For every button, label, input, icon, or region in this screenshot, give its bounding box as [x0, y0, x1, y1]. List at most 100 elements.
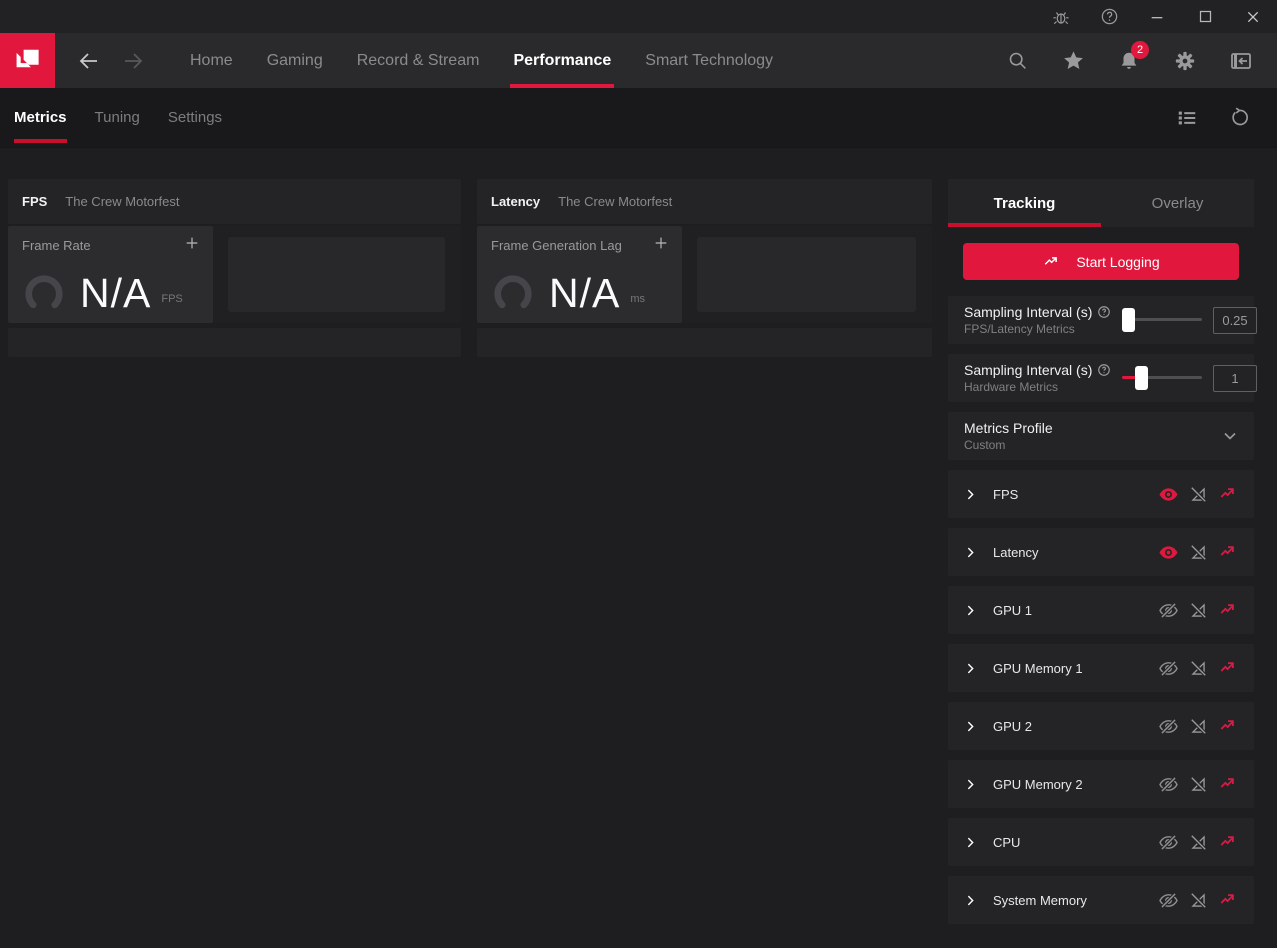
frame-generation-lag-card: Frame Generation Lag N/A ms	[477, 226, 682, 323]
chevron-down-icon	[1224, 432, 1236, 440]
forward-button[interactable]	[111, 33, 155, 88]
chevron-right-icon[interactable]	[960, 658, 980, 678]
graph-disabled-icon[interactable]	[1188, 542, 1208, 562]
frame-rate-label: Frame Rate	[22, 238, 91, 253]
tracking-graph-icon[interactable]	[1218, 716, 1238, 736]
metric-row-gpu-1[interactable]: GPU 1	[948, 586, 1254, 634]
metrics-profile-value: Custom	[964, 438, 1006, 452]
start-logging-button[interactable]: Start Logging	[963, 243, 1239, 280]
maximize-button[interactable]	[1181, 0, 1229, 33]
tab-tracking[interactable]: Tracking	[948, 179, 1101, 227]
chevron-right-icon[interactable]	[960, 600, 980, 620]
graph-disabled-icon[interactable]	[1188, 832, 1208, 852]
visibility-on-icon[interactable]	[1158, 484, 1178, 504]
add-metric-button[interactable]	[181, 232, 203, 254]
nav-item-smart-technology[interactable]: Smart Technology	[628, 33, 790, 88]
sampling-interval-sublabel: Hardware Metrics	[964, 380, 1059, 394]
metric-row-gpu-2[interactable]: GPU 2	[948, 702, 1254, 750]
favorites-star-icon[interactable]	[1045, 33, 1101, 88]
notifications-bell-icon[interactable]: 2	[1101, 33, 1157, 88]
nav-item-home[interactable]: Home	[173, 33, 250, 88]
fps-panel-footer	[8, 328, 461, 357]
main-nav: Home Gaming Record & Stream Performance …	[0, 33, 1277, 88]
graph-disabled-icon[interactable]	[1188, 658, 1208, 678]
visibility-on-icon[interactable]	[1158, 542, 1178, 562]
amd-logo[interactable]	[0, 33, 55, 88]
latency-value: N/A	[549, 270, 621, 316]
tab-overlay[interactable]: Overlay	[1101, 179, 1254, 227]
help-icon[interactable]	[1085, 0, 1133, 33]
chevron-right-icon[interactable]	[960, 542, 980, 562]
frame-rate-card: Frame Rate N/A FPS	[8, 226, 213, 323]
settings-gear-icon[interactable]	[1157, 33, 1213, 88]
collapse-panel-icon[interactable]	[1213, 33, 1269, 88]
frame-rate-gauge	[25, 274, 63, 313]
metrics-profile-dropdown[interactable]: Metrics Profile Custom	[948, 412, 1254, 460]
sampling-interval-fps-row: Sampling Interval (s) FPS/Latency Metric…	[948, 296, 1257, 344]
nav-item-gaming[interactable]: Gaming	[250, 33, 340, 88]
minimize-button[interactable]	[1133, 0, 1181, 33]
chevron-right-icon[interactable]	[960, 484, 980, 504]
graph-disabled-icon[interactable]	[1188, 484, 1208, 504]
metric-label: System Memory	[993, 892, 1087, 908]
chevron-right-icon[interactable]	[960, 890, 980, 910]
visibility-off-icon[interactable]	[1158, 890, 1178, 910]
metric-row-cpu[interactable]: CPU	[948, 818, 1254, 866]
sampling-interval-fps-slider[interactable]	[1122, 308, 1202, 332]
reset-icon[interactable]	[1213, 88, 1265, 148]
tracking-graph-icon[interactable]	[1218, 658, 1238, 678]
bug-report-icon[interactable]	[1037, 0, 1085, 33]
sampling-interval-hw-slider[interactable]	[1122, 366, 1202, 390]
frame-rate-unit: FPS	[161, 292, 183, 305]
nav-item-performance[interactable]: Performance	[496, 33, 628, 88]
tracking-graph-icon[interactable]	[1218, 890, 1238, 910]
list-view-icon[interactable]	[1161, 88, 1213, 148]
slider-thumb[interactable]	[1135, 366, 1148, 390]
info-icon[interactable]	[1097, 305, 1111, 319]
metric-row-gpu-memory-1[interactable]: GPU Memory 1	[948, 644, 1254, 692]
slider-thumb[interactable]	[1122, 308, 1135, 332]
fps-panel-title: FPS	[22, 194, 48, 209]
visibility-off-icon[interactable]	[1158, 658, 1178, 678]
latency-panel-game-name: The Crew Motorfest	[558, 194, 673, 209]
tracking-graph-icon[interactable]	[1218, 832, 1238, 852]
tab-settings[interactable]: Settings	[154, 88, 236, 147]
metric-row-fps[interactable]: FPS	[948, 470, 1254, 518]
close-button[interactable]	[1229, 0, 1277, 33]
visibility-off-icon[interactable]	[1158, 832, 1178, 852]
graph-disabled-icon[interactable]	[1188, 774, 1208, 794]
metric-label: GPU Memory 2	[993, 776, 1083, 792]
graph-disabled-icon[interactable]	[1188, 600, 1208, 620]
trend-icon	[1045, 256, 1058, 265]
chevron-right-icon[interactable]	[960, 716, 980, 736]
chevron-right-icon[interactable]	[960, 832, 980, 852]
back-button[interactable]	[67, 33, 111, 88]
chevron-right-icon[interactable]	[960, 774, 980, 794]
add-metric-button[interactable]	[650, 232, 672, 254]
tab-metrics[interactable]: Metrics	[0, 88, 81, 147]
search-icon[interactable]	[989, 33, 1045, 88]
metric-row-system-memory[interactable]: System Memory	[948, 876, 1254, 924]
tab-tuning[interactable]: Tuning	[81, 88, 154, 147]
graph-disabled-icon[interactable]	[1188, 890, 1208, 910]
tracking-graph-icon[interactable]	[1218, 484, 1238, 504]
latency-gauge	[494, 274, 532, 313]
title-bar	[0, 0, 1277, 33]
metric-row-gpu-memory-2[interactable]: GPU Memory 2	[948, 760, 1254, 808]
metric-row-latency[interactable]: Latency	[948, 528, 1254, 576]
graph-disabled-icon[interactable]	[1188, 716, 1208, 736]
nav-item-record-stream[interactable]: Record & Stream	[340, 33, 497, 88]
sampling-interval-hw-value[interactable]	[1213, 364, 1257, 392]
tracking-graph-icon[interactable]	[1218, 774, 1238, 794]
info-icon[interactable]	[1097, 363, 1111, 377]
tracking-graph-icon[interactable]	[1218, 600, 1238, 620]
visibility-off-icon[interactable]	[1158, 774, 1178, 794]
visibility-off-icon[interactable]	[1158, 716, 1178, 736]
visibility-off-icon[interactable]	[1158, 600, 1178, 620]
sampling-interval-fps-value[interactable]	[1213, 306, 1257, 334]
frame-generation-lag-label: Frame Generation Lag	[491, 238, 622, 253]
fps-panel-header: FPS The Crew Motorfest	[8, 179, 461, 224]
latency-panel-header: Latency The Crew Motorfest	[477, 179, 932, 224]
tracking-graph-icon[interactable]	[1218, 542, 1238, 562]
frame-rate-value: N/A	[80, 270, 152, 316]
